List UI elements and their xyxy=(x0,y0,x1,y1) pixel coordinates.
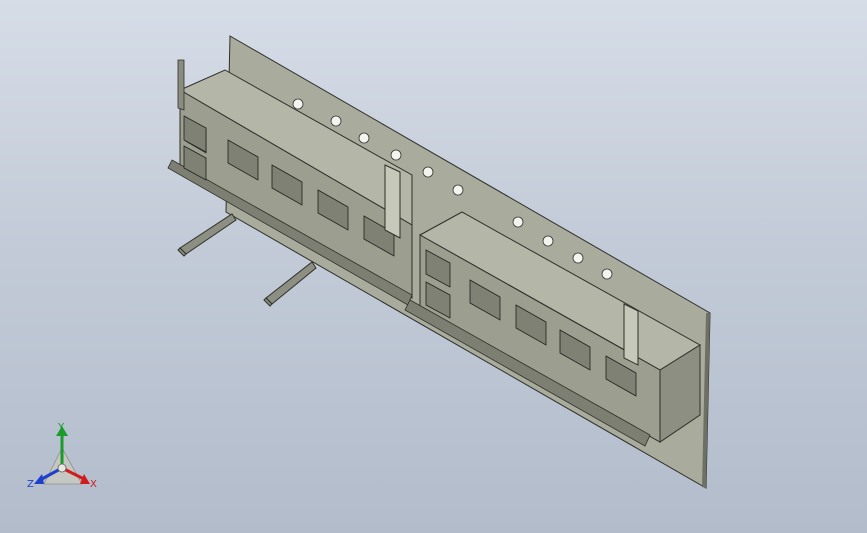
coordinate-triad-icon: Y X Z xyxy=(27,422,97,490)
axis-z-label: Z xyxy=(27,479,34,490)
assembly-model[interactable]: Y X Z xyxy=(0,0,867,533)
axis-y-label: Y xyxy=(57,422,65,433)
cad-3d-viewport[interactable]: Y X Z xyxy=(0,0,867,533)
loose-bracket-upper[interactable] xyxy=(177,213,237,257)
axis-x-label: X xyxy=(90,479,97,490)
loose-bracket-lower[interactable] xyxy=(263,261,317,307)
